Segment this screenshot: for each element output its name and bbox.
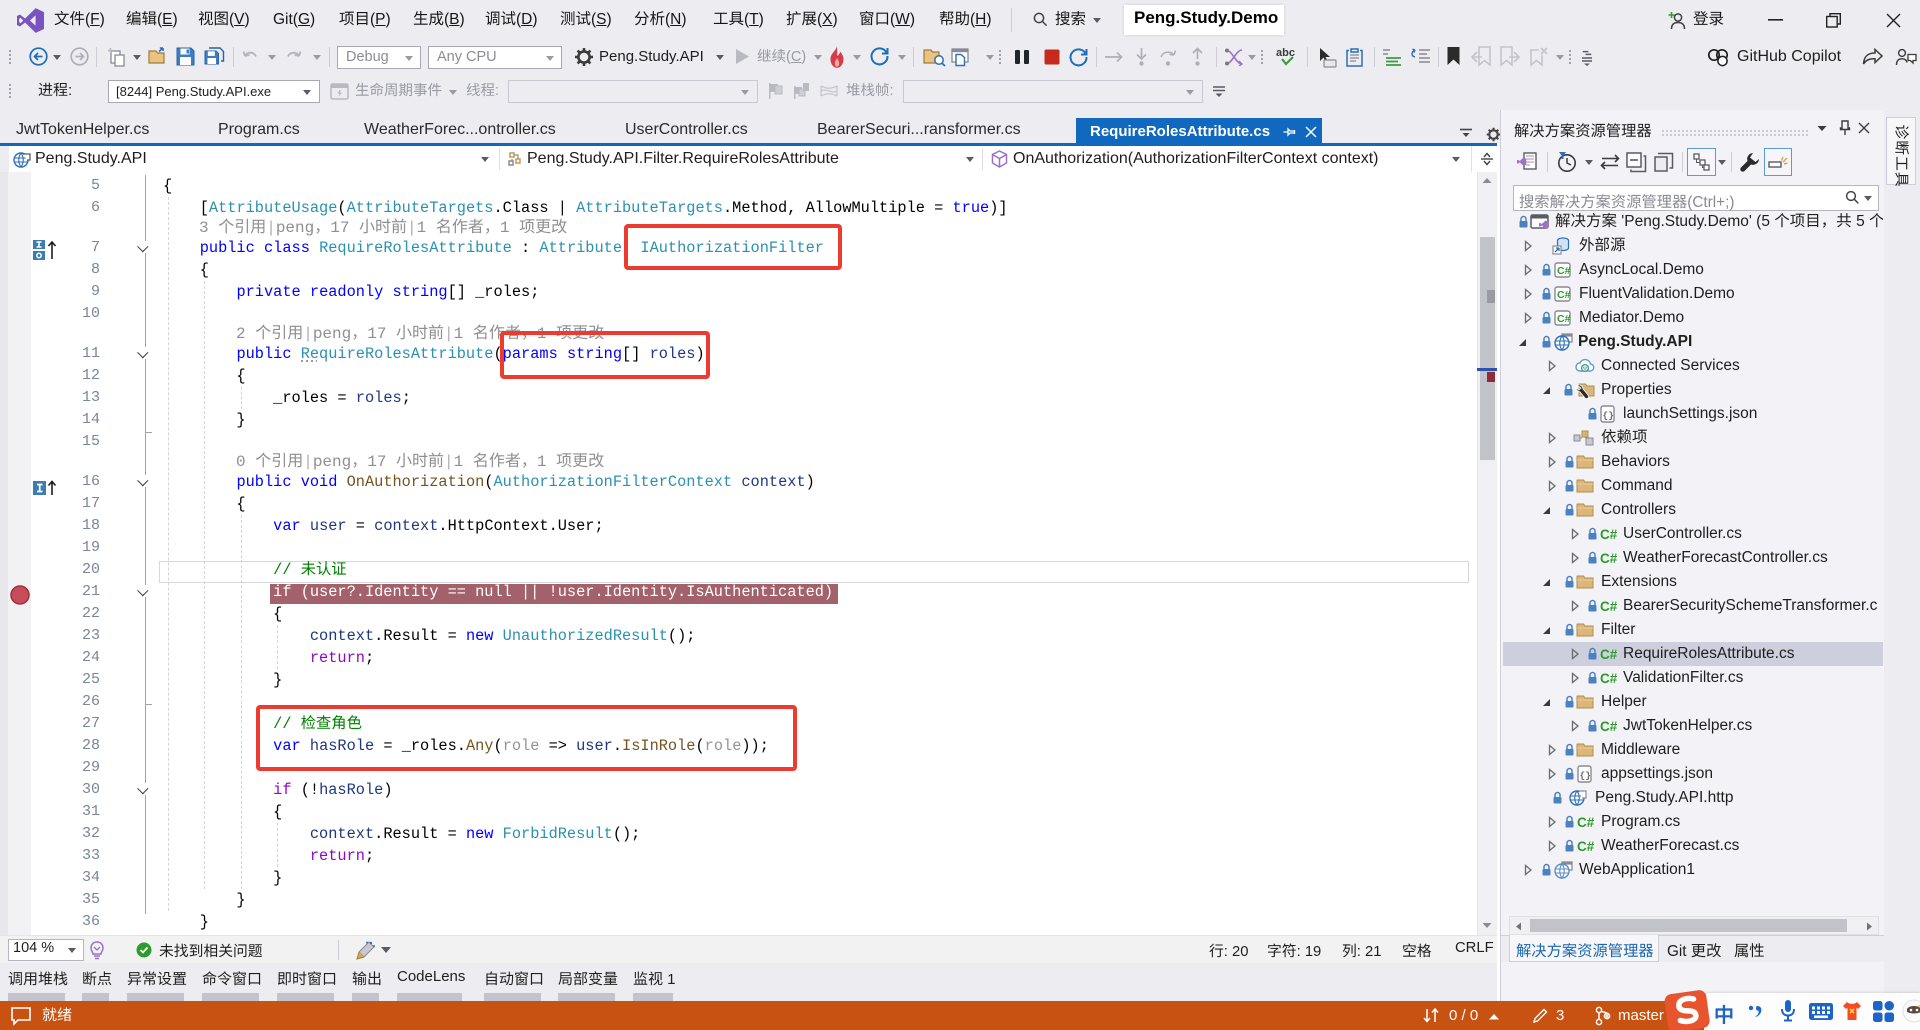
svg-text:C#: C# xyxy=(1577,815,1594,830)
svg-text:{}: {} xyxy=(1580,770,1591,781)
svg-text:C#: C# xyxy=(1577,839,1594,854)
svg-text:C#: C# xyxy=(1557,265,1571,277)
svg-text:C#: C# xyxy=(1557,289,1571,301)
svg-text:C#: C# xyxy=(1600,551,1617,566)
svg-text:C#: C# xyxy=(1600,527,1617,542)
svg-text:{}: {} xyxy=(1603,410,1614,421)
svg-text:C#: C# xyxy=(1600,647,1617,662)
svg-text:C#: C# xyxy=(1600,719,1617,734)
svg-text:C#: C# xyxy=(1557,313,1571,325)
svg-text:C#: C# xyxy=(1600,599,1617,614)
svg-text:C#: C# xyxy=(1600,671,1617,686)
